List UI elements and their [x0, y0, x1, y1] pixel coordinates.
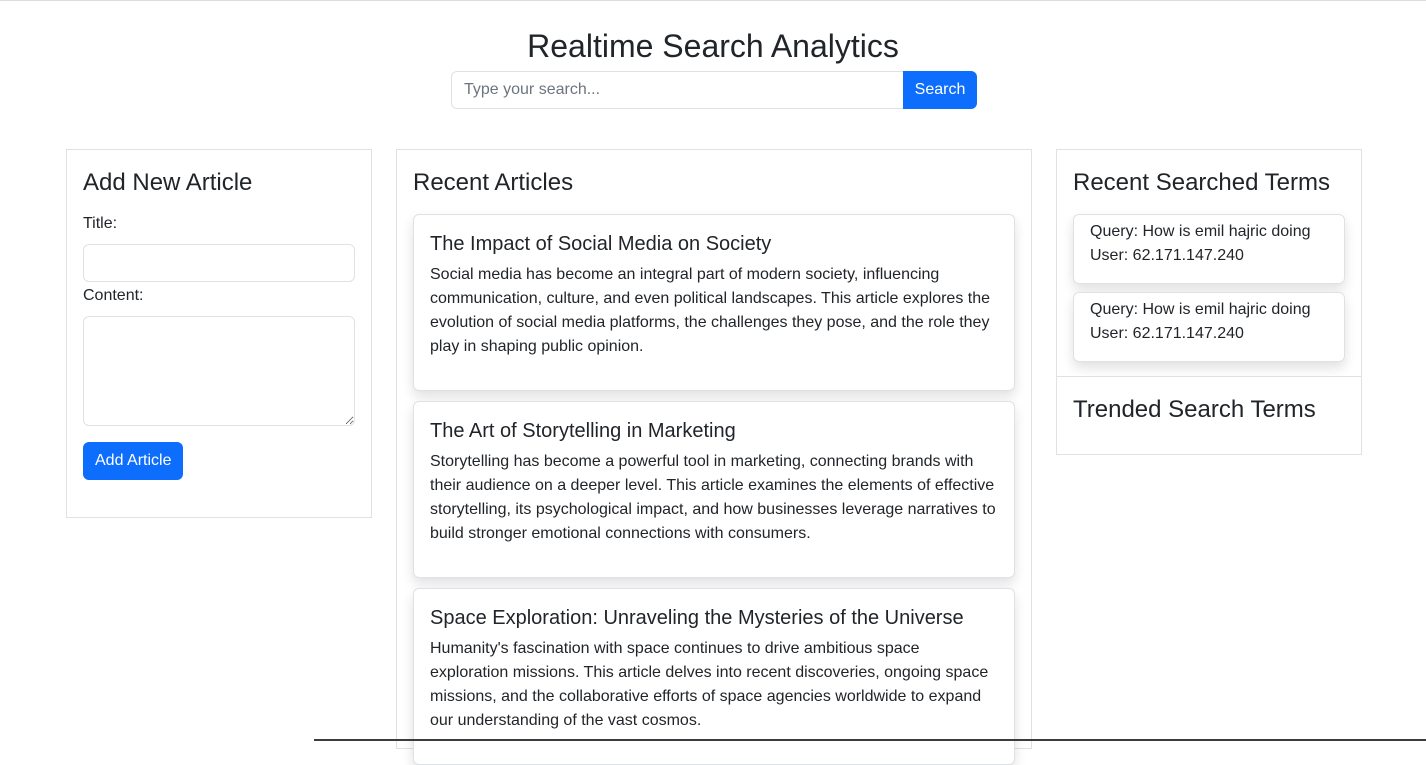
- recent-terms-panel: Recent Searched Terms Query: How is emil…: [1056, 149, 1362, 377]
- search-input[interactable]: [451, 71, 903, 109]
- term-user: User: 62.171.147.240: [1090, 325, 1244, 342]
- title-field[interactable]: [83, 244, 355, 282]
- add-article-heading: Add New Article: [83, 169, 253, 196]
- search-button[interactable]: Search: [903, 71, 977, 109]
- term-query: Query: How is emil hajric doing: [1090, 301, 1311, 318]
- article-title: The Impact of Social Media on Society: [430, 233, 772, 255]
- article-body: Social media has become an integral part…: [430, 266, 990, 355]
- recent-terms-heading: Recent Searched Terms: [1073, 169, 1331, 196]
- title-label: Title:: [83, 215, 118, 232]
- article-card: The Impact of Social Media on Society So…: [413, 214, 1015, 391]
- add-article-button[interactable]: Add Article: [83, 442, 184, 480]
- term-card: Query: How is emil hajric doing User: 62…: [1073, 214, 1345, 284]
- search-bar: Search: [451, 71, 977, 109]
- article-body: Humanity's fascination with space contin…: [430, 640, 989, 729]
- term-query: Query: How is emil hajric doing: [1090, 223, 1311, 240]
- trended-terms-panel: Trended Search Terms: [1056, 376, 1362, 455]
- article-title: The Art of Storytelling in Marketing: [430, 420, 736, 442]
- top-divider: [0, 0, 1426, 1]
- term-card: Query: How is emil hajric doing User: 62…: [1073, 292, 1345, 362]
- term-user: User: 62.171.147.240: [1090, 247, 1244, 264]
- recent-articles-panel: Recent Articles The Impact of Social Med…: [396, 149, 1032, 765]
- content-field[interactable]: [83, 316, 355, 426]
- article-card: The Art of Storytelling in Marketing Sto…: [413, 401, 1015, 578]
- article-list: The Impact of Social Media on Society So…: [413, 214, 1015, 765]
- recent-articles-heading: Recent Articles: [413, 169, 574, 196]
- page-title: Realtime Search Analytics: [527, 28, 899, 64]
- content-label: Content:: [83, 287, 144, 304]
- article-title: Space Exploration: Unraveling the Myster…: [430, 607, 964, 629]
- add-article-panel: Add New Article Title: Content: Add Arti…: [66, 149, 372, 518]
- term-list: Query: How is emil hajric doing User: 62…: [1073, 214, 1345, 362]
- article-body: Storytelling has become a powerful tool …: [430, 453, 996, 542]
- trended-terms-heading: Trended Search Terms: [1073, 396, 1316, 423]
